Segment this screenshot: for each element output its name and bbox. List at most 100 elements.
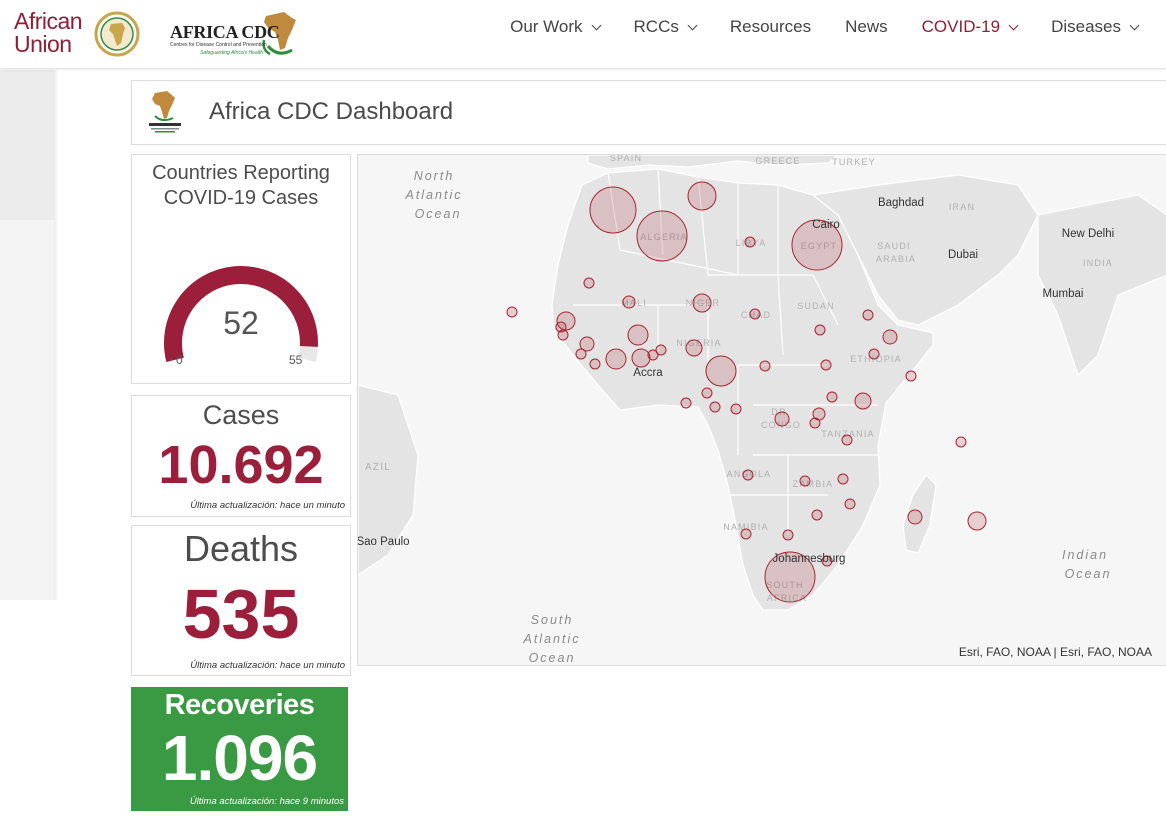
case-bubble[interactable] xyxy=(631,348,651,368)
case-bubble[interactable] xyxy=(844,498,856,510)
au-logo-line2: Union xyxy=(14,31,72,57)
left-gray-panel-top xyxy=(0,70,54,220)
africa-cdc-wordmark: AFRICA CDC xyxy=(170,22,280,42)
nav-resources-label: Resources xyxy=(729,17,812,36)
case-bubble[interactable] xyxy=(687,181,717,211)
gauge-value: 52 xyxy=(223,305,259,341)
case-bubble[interactable] xyxy=(627,324,649,346)
map-label-greece: GREECE xyxy=(755,156,800,166)
case-bubble[interactable] xyxy=(583,277,595,289)
recoveries-last-updated: Última actualización: hace 9 minutos xyxy=(189,796,344,807)
map-label-sao-paulo: Sao Paulo xyxy=(358,536,410,548)
deaths-value: 535 xyxy=(182,575,300,653)
case-bubble[interactable] xyxy=(589,186,637,234)
countries-gauge-chart xyxy=(164,266,318,363)
case-bubble[interactable] xyxy=(782,529,794,541)
case-bubble[interactable] xyxy=(744,236,756,248)
map-label-spain: SPAIN xyxy=(610,155,642,163)
cases-last-updated: Última actualización: hace un minuto xyxy=(190,500,345,511)
africa-cdc-tagline: Safeguarding Africa's Health xyxy=(200,50,264,56)
case-bubble[interactable] xyxy=(575,348,587,360)
nav-resources[interactable]: Resources xyxy=(730,17,811,37)
chevron-down-icon xyxy=(591,20,601,30)
case-bubble[interactable] xyxy=(774,411,790,427)
case-bubble[interactable] xyxy=(749,308,761,320)
countries-reporting-gauge-panel[interactable]: Countries Reporting COVID-19 Cases 52 0 … xyxy=(131,154,351,384)
case-bubble[interactable] xyxy=(854,392,872,410)
case-bubble[interactable] xyxy=(655,344,667,356)
recoveries-label: Recoveries xyxy=(164,689,315,721)
case-bubble[interactable] xyxy=(811,509,823,521)
case-bubble[interactable] xyxy=(701,387,713,399)
map-india xyxy=(1037,194,1166,377)
nav-diseases-label: Diseases xyxy=(1051,17,1121,36)
left-panel-shadow xyxy=(54,70,58,600)
deaths-last-updated: Última actualización: hace un minuto xyxy=(190,660,345,671)
nav-covid-19-label: COVID-19 xyxy=(921,17,1001,36)
case-bubble[interactable] xyxy=(882,329,898,345)
case-bubble[interactable] xyxy=(636,210,688,262)
case-bubble[interactable] xyxy=(705,355,737,387)
case-bubble[interactable] xyxy=(837,473,849,485)
africa-cdc-logo[interactable]: AFRICA CDC Centres for Disease Control a… xyxy=(170,6,310,62)
case-bubble[interactable] xyxy=(742,469,754,481)
nav-diseases[interactable]: Diseases xyxy=(1051,17,1140,37)
case-bubble[interactable] xyxy=(841,434,853,446)
case-bubble[interactable] xyxy=(907,509,923,525)
case-bubble[interactable] xyxy=(759,360,771,372)
map-label-south-atlantic-3: Ocean xyxy=(529,651,576,665)
case-bubble[interactable] xyxy=(730,403,742,415)
case-bubble[interactable] xyxy=(967,511,987,531)
nav-our-work[interactable]: Our Work xyxy=(510,17,601,37)
map-label-cairo: Cairo xyxy=(812,219,839,231)
map-attribution: Esri, FAO, NOAA | Esri, FAO, NOAA xyxy=(958,645,1152,659)
cases-panel[interactable]: Cases 10.692 Última actualización: hace … xyxy=(131,395,351,517)
map-land xyxy=(358,155,1166,611)
case-bubble[interactable] xyxy=(826,391,838,403)
cases-value: 10.692 xyxy=(158,435,324,495)
map-label-iran: IRAN xyxy=(949,202,975,212)
case-bubble[interactable] xyxy=(605,348,627,370)
map-label-baghdad: Baghdad xyxy=(878,197,924,209)
case-bubble[interactable] xyxy=(685,339,703,357)
nav-news-label: News xyxy=(845,17,888,36)
dashboard-header: Africa CDC Dashboard xyxy=(131,80,1166,145)
case-bubble[interactable] xyxy=(868,348,880,360)
case-bubble[interactable] xyxy=(622,295,636,309)
main-menu: Our Work RCCs Resources News COVID-19 Di… xyxy=(476,17,1140,37)
case-bubble[interactable] xyxy=(557,329,569,341)
map-label-south-atlantic-2: Atlantic xyxy=(523,632,581,646)
nav-rccs-label: RCCs xyxy=(633,17,679,36)
case-bubble[interactable] xyxy=(506,306,518,318)
chevron-down-icon xyxy=(1008,20,1019,30)
african-union-logo[interactable]: African Union xyxy=(14,8,142,60)
case-bubble[interactable] xyxy=(820,359,832,371)
left-gray-panel xyxy=(0,220,54,600)
nav-covid-19[interactable]: COVID-19 xyxy=(921,17,1019,37)
nav-news[interactable]: News xyxy=(845,17,888,37)
top-navigation-bar: African Union AFRICA CDC Centres for Dis… xyxy=(0,0,1166,69)
map-label-indian-1: Indian xyxy=(1062,548,1108,562)
case-bubble[interactable] xyxy=(955,436,967,448)
case-bubble[interactable] xyxy=(905,370,917,382)
case-bubble[interactable] xyxy=(680,397,692,409)
map-label-sudan: SUDAN xyxy=(797,301,835,311)
case-bubble[interactable] xyxy=(692,293,712,313)
deaths-panel[interactable]: Deaths 535 Última actualización: hace un… xyxy=(131,525,351,676)
chevron-down-icon xyxy=(687,20,698,30)
case-bubble[interactable] xyxy=(740,528,752,540)
case-bubble[interactable] xyxy=(589,358,601,370)
map-label-zambia: ZAMBIA xyxy=(793,479,834,489)
map-label-saudi-1: SAUDI xyxy=(877,241,911,251)
case-bubble[interactable] xyxy=(814,324,826,336)
covid-cases-map[interactable]: North Atlantic Ocean South Atlantic Ocea… xyxy=(357,154,1166,666)
case-bubble[interactable] xyxy=(862,309,874,321)
case-bubble[interactable] xyxy=(709,401,721,413)
map-canvas[interactable]: North Atlantic Ocean South Atlantic Ocea… xyxy=(358,155,1166,665)
recoveries-panel[interactable]: Recoveries 1.096 Última actualización: h… xyxy=(131,687,348,811)
case-bubble[interactable] xyxy=(799,475,811,487)
case-bubble[interactable] xyxy=(809,417,821,429)
african-union-seal-icon xyxy=(94,11,140,57)
recoveries-value: 1.096 xyxy=(161,722,318,794)
nav-rccs[interactable]: RCCs xyxy=(633,17,698,37)
